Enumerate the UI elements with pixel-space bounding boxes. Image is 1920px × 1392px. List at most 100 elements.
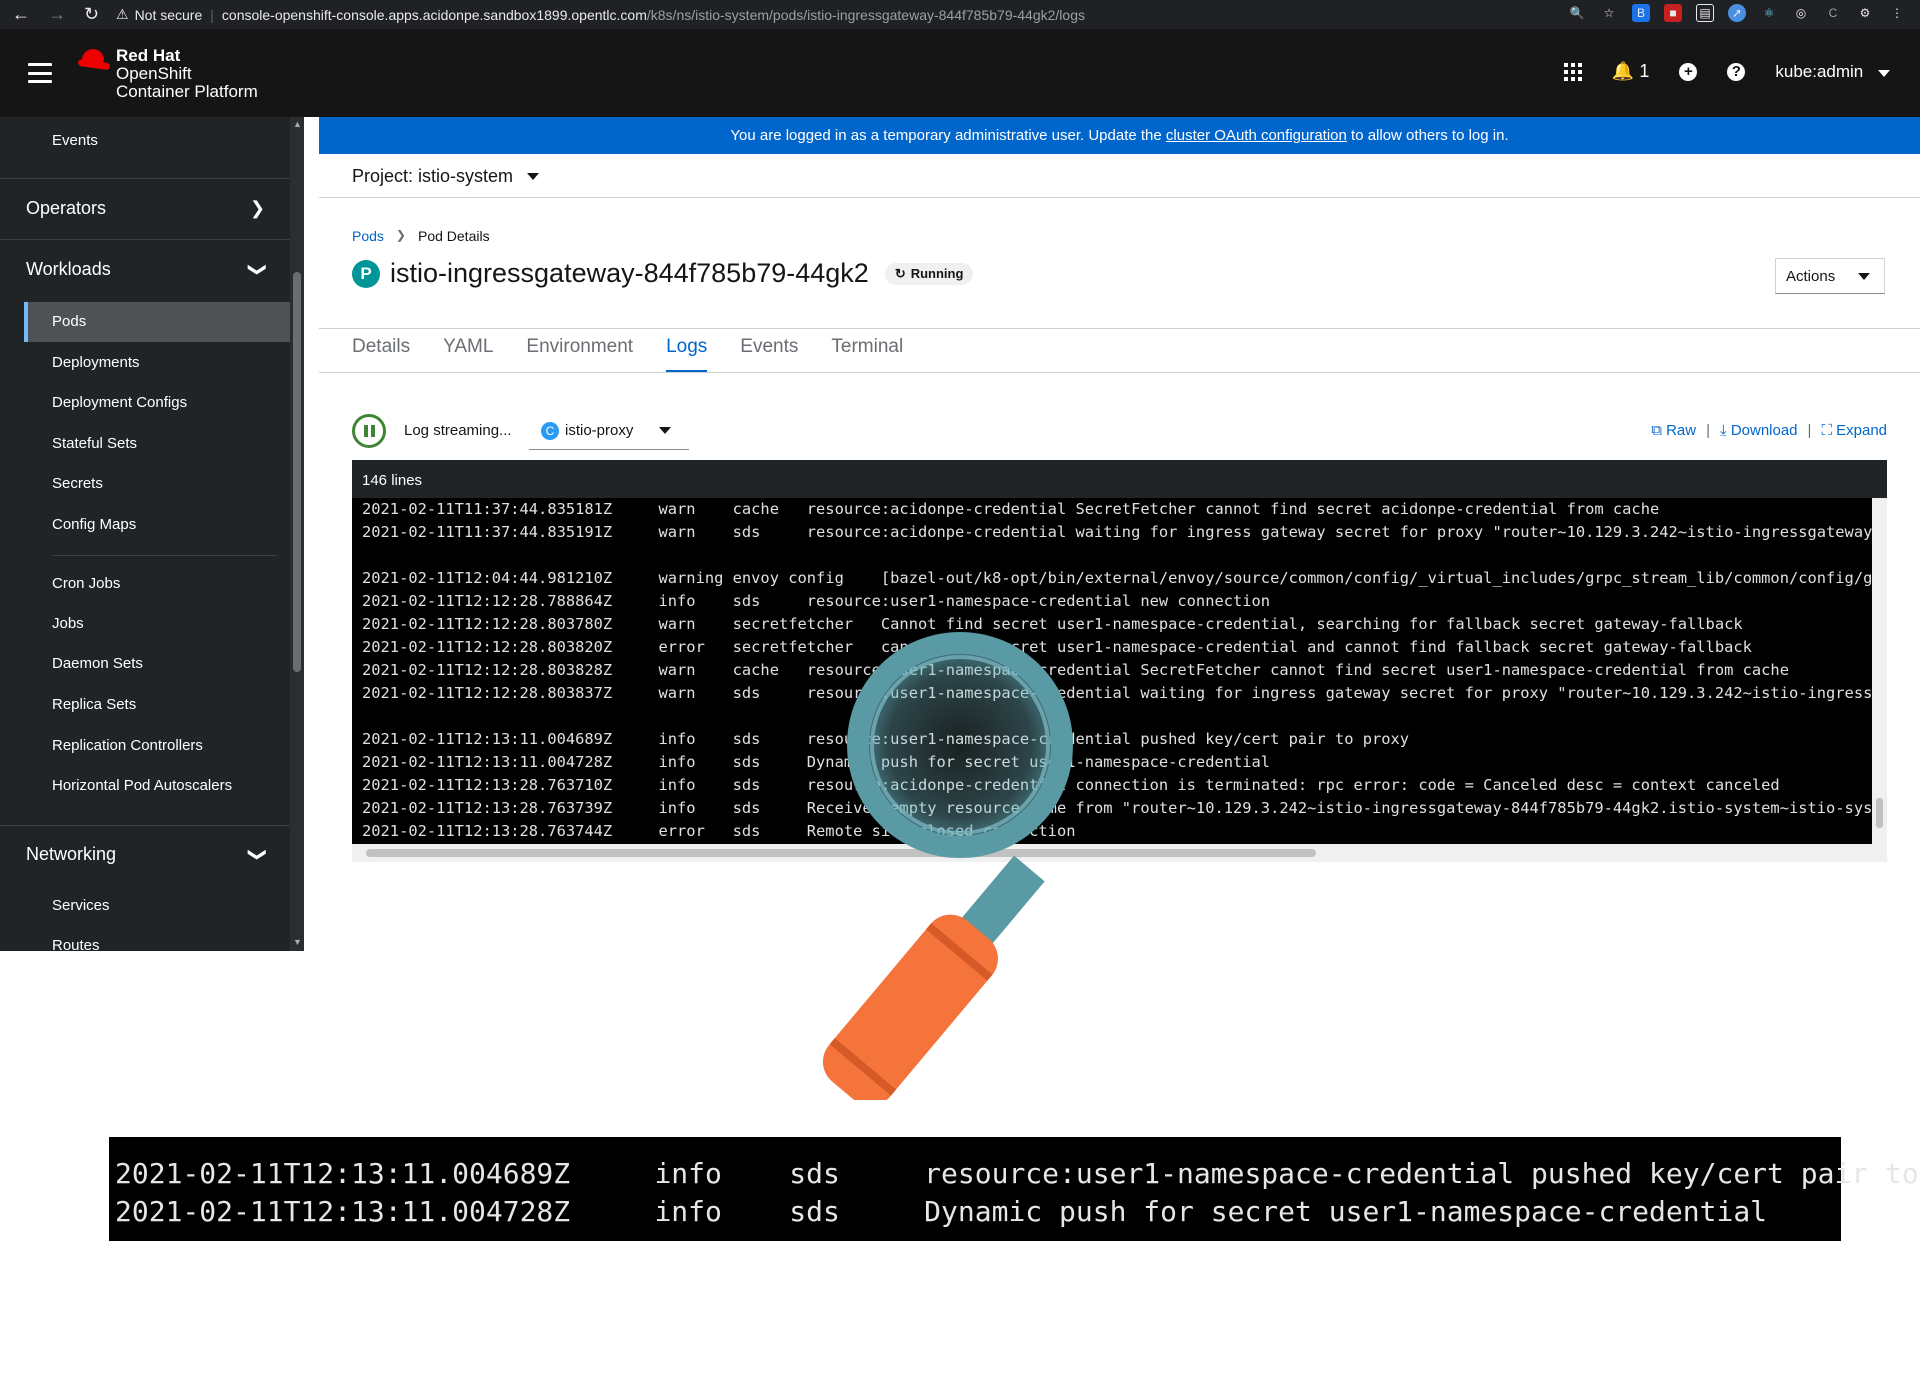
scroll-down-arrow-icon[interactable]: ▼ [293,937,302,947]
tab-environment[interactable]: Environment [526,336,633,374]
address-bar[interactable]: console-openshift-console.apps.acidonpe.… [222,7,1085,23]
extension-red-icon[interactable]: ■ [1664,4,1682,22]
reload-icon[interactable]: ↻ [84,4,99,25]
browser-nav: ← → ↻ [0,4,110,25]
plus-circle-icon[interactable]: + [1679,62,1698,81]
tab-events[interactable]: Events [740,336,798,374]
forward-arrow-icon[interactable]: → [48,4,66,25]
pause-icon[interactable] [352,414,386,448]
handle-band-top [926,923,993,981]
log-line: 2021-02-11T12:12:28.803820Z error secret… [362,638,1752,656]
breadcrumb-current: Pod Details [417,228,490,244]
sidebar-item-deployments[interactable]: Deployments [52,354,140,371]
pod-resource-badge: P [352,259,380,288]
container-select[interactable]: C istio-proxy [529,412,689,450]
log-line: 2021-02-11T12:12:28.803780Z warn secretf… [362,615,1743,633]
tab-details[interactable]: Details [352,336,410,374]
tab-yaml[interactable]: YAML [443,336,493,374]
product-logo[interactable]: Red Hat OpenShift Container Platform [78,47,258,101]
log-window: 146 lines 2021-02-11T11:37:44.835181Z wa… [352,460,1887,862]
extension-gray-icon[interactable]: C [1824,4,1842,22]
caret-down-icon [527,173,540,180]
log-line: 2021-02-11T12:13:11.004728Z info sds Dyn… [362,753,1271,771]
extension-b-icon[interactable]: B [1632,4,1650,22]
browser-menu-icon[interactable]: ⋮ [1888,4,1906,22]
sidebar-group-operators[interactable]: Operators [26,198,106,219]
breadcrumb-pods-link[interactable]: Pods [352,228,384,244]
sidebar-item-config-maps[interactable]: Config Maps [52,516,136,533]
sidebar-item-replica-sets[interactable]: Replica Sets [52,696,136,713]
help-question-icon[interactable]: ? [1727,62,1746,81]
tabs-divider [319,372,1920,373]
screenshot-stage: ← → ↻ ⚠ Not secure | console-openshift-c… [0,0,1920,1392]
sidebar-scroll-thumb[interactable] [293,272,301,672]
extension-doc-icon[interactable]: ▤ [1696,4,1714,22]
sidebar-group-workloads[interactable]: Workloads [26,259,111,280]
status-badge: ↻ Running [884,262,974,285]
log-line: 2021-02-11T11:37:44.835181Z warn cache r… [362,500,1660,518]
tab-terminal[interactable]: Terminal [831,336,903,374]
sidebar-group-networking[interactable]: Networking [26,844,116,865]
notifications-button[interactable]: 🔔 1 [1612,61,1649,82]
expand-link[interactable]: ⛶ Expand [1821,422,1887,439]
app-launcher-grid-icon[interactable] [1563,62,1582,81]
back-arrow-icon[interactable]: ← [12,4,30,25]
log-toolbar: Log streaming... C istio-proxy ⧉ Raw | ⤓… [352,412,1887,452]
log-vscroll-thumb[interactable] [1876,798,1883,828]
extensions-puzzle-icon[interactable]: ⚙ [1856,4,1874,22]
log-hscroll-thumb[interactable] [366,849,1316,857]
extension-compass-icon[interactable]: ➚ [1728,4,1746,22]
log-line-count: 146 lines [352,460,1887,498]
zoomed-log-line: 2021-02-11T12:13:11.004728Z info sds Dyn… [115,1195,1768,1228]
log-body[interactable]: 2021-02-11T11:37:44.835181Z warn cache r… [352,498,1872,844]
zoomed-log-excerpt: 2021-02-11T12:13:11.004689Z info sds res… [109,1137,1919,1241]
sidebar-item-services[interactable]: Services [52,897,110,914]
sidebar-item-hpa[interactable]: Horizontal Pod Autoscalers [52,777,232,794]
security-indicator[interactable]: ⚠ Not secure [116,6,202,23]
sidebar-item-routes[interactable]: Routes [52,937,100,954]
project-divider [319,197,1920,198]
tab-bar: Details YAML Environment Logs Events Ter… [352,336,936,374]
project-selector[interactable]: Project: istio-system [352,166,540,187]
magnifier-neck [956,855,1045,951]
sidebar-item-cron-jobs[interactable]: Cron Jobs [52,575,120,592]
sidebar-item-secrets[interactable]: Secrets [52,475,103,492]
chevron-down-icon[interactable]: ❯ [247,847,268,862]
cluster-oauth-link[interactable]: cluster OAuth configuration [1166,127,1347,144]
log-vertical-scrollbar[interactable] [1872,498,1887,844]
sidebar-divider [0,239,290,240]
sidebar-item-deployment-configs[interactable]: Deployment Configs [52,394,187,411]
sidebar-scrollbar[interactable]: ▲ ▼ [290,117,304,951]
log-horizontal-scrollbar[interactable] [352,844,1887,862]
window-icon: ⧉ [1651,422,1662,439]
chevron-down-icon[interactable]: ❯ [247,262,268,277]
extension-target-icon[interactable]: ◎ [1792,4,1810,22]
download-link[interactable]: ⤓ Download [1720,422,1798,439]
tab-logs[interactable]: Logs [666,336,708,374]
user-name: kube:admin [1775,61,1864,81]
bookmark-star-icon[interactable]: ☆ [1600,4,1618,22]
extension-atom-icon[interactable]: ⚛ [1760,4,1778,22]
sidebar-inner-divider [52,555,277,556]
sidebar-item-events[interactable]: Events [52,132,98,149]
magnifier-handle [822,914,998,1100]
page-title: P istio-ingressgateway-844f785b79-44gk2 … [352,258,974,289]
sidebar-item-daemon-sets[interactable]: Daemon Sets [52,655,143,672]
user-menu[interactable]: kube:admin [1775,62,1890,82]
log-line: 2021-02-11T12:12:28.788864Z info sds res… [362,592,1271,610]
zoomed-log-line: 2021-02-11T12:13:11.004689Z info sds res… [115,1157,1920,1190]
zoom-icon[interactable]: 🔍 [1568,4,1586,22]
log-line: 2021-02-11T11:37:44.835191Z warn sds res… [362,523,1872,541]
scroll-up-arrow-icon[interactable]: ▲ [293,119,302,129]
sync-icon: ↻ [894,265,906,281]
sidebar-item-stateful-sets[interactable]: Stateful Sets [52,435,137,452]
sidebar-item-replication-controllers[interactable]: Replication Controllers [52,737,203,754]
chevron-right-icon[interactable]: ❯ [250,198,265,219]
sidebar-item-pods[interactable]: Pods [52,313,86,330]
hamburger-menu-icon[interactable] [28,63,52,83]
actions-dropdown[interactable]: Actions [1775,258,1885,294]
raw-link[interactable]: ⧉ Raw [1651,422,1696,439]
caret-down-icon [659,427,672,434]
status-text: Running [910,266,964,281]
sidebar-item-jobs[interactable]: Jobs [52,615,84,632]
